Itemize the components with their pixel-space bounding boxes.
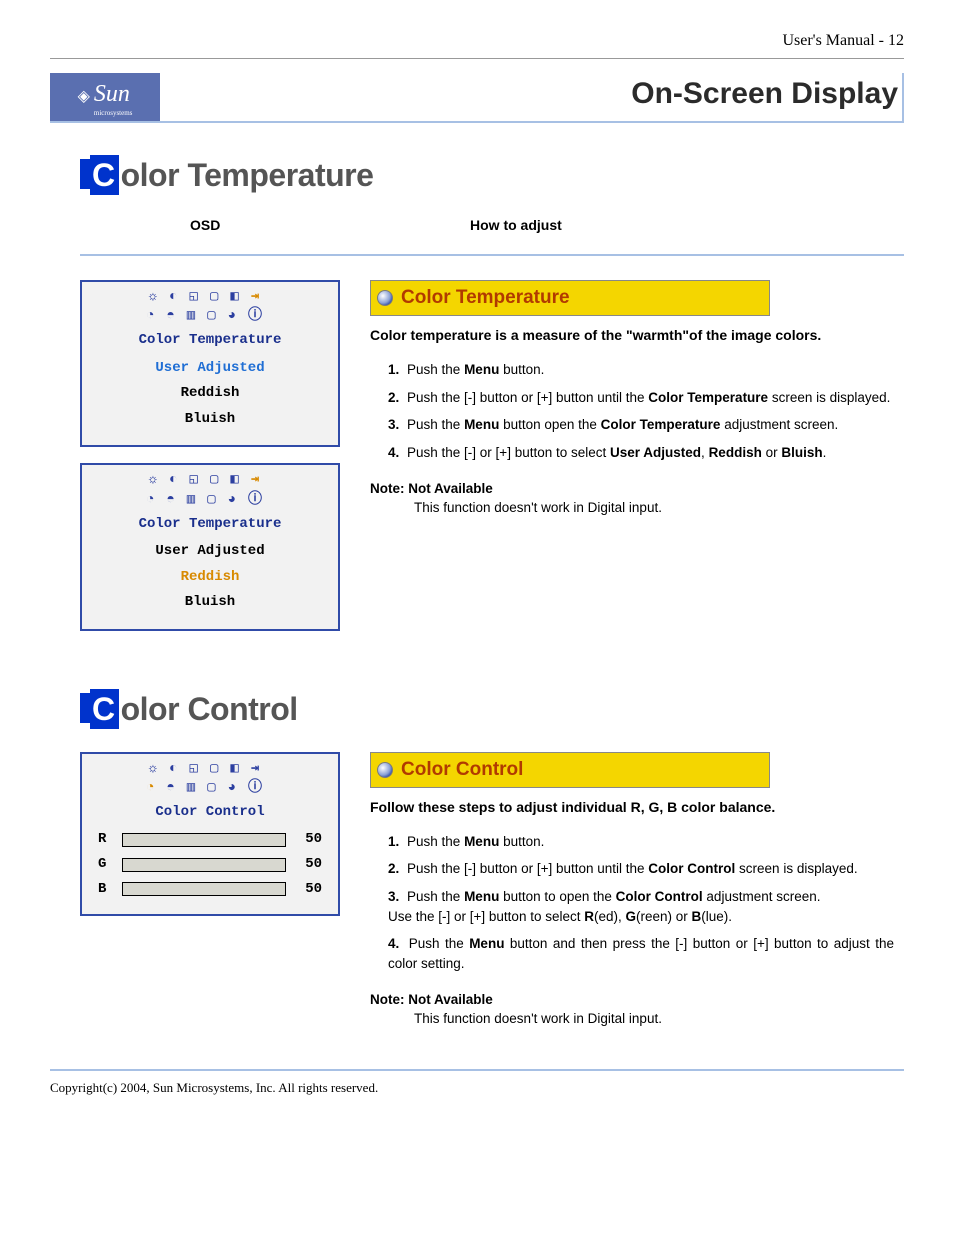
rgb-value: 50: [294, 880, 322, 900]
osd-option: Reddish: [88, 384, 332, 404]
col-osd: OSD: [190, 216, 470, 236]
page-title: On-Screen Display: [160, 73, 904, 121]
step-item: 4. Push the [-] or [+] button to select …: [388, 443, 894, 463]
section-heading-color-control: Color Control: [80, 687, 904, 732]
step-item: 4. Push the Menu button and then press t…: [388, 934, 894, 973]
brand-sub: microsystems: [94, 110, 133, 117]
rgb-label: B: [98, 880, 114, 900]
step-item: 3. Push the Menu button to open the Colo…: [388, 887, 894, 926]
osd-title: Color Control: [88, 803, 332, 823]
osd-option: User Adjusted: [88, 359, 332, 379]
rgb-row: G 50: [98, 855, 322, 875]
osd-icon-row: ☼◐◱▢◧⇥◔◓▥▢◕ⓘ: [88, 471, 332, 510]
step-item: 1. Push the Menu button.: [388, 832, 894, 852]
osd-title: Color Temperature: [88, 331, 332, 351]
brand-logo: ◈ Sun microsystems: [50, 73, 160, 121]
steps-list: 1. Push the Menu button. 2. Push the [-] …: [370, 832, 894, 973]
osd-icon-row: ☼◐◱▢◧⇥◔◓▥▢◕ⓘ: [88, 288, 332, 327]
note-heading: Note: Not Available: [370, 480, 894, 499]
rgb-slider: [122, 833, 286, 847]
page-header: ◈ Sun microsystems On-Screen Display: [50, 73, 904, 123]
footer-copyright: Copyright(c) 2004, Sun Microsystems, Inc…: [50, 1069, 904, 1097]
divider: [80, 254, 904, 256]
osd-panel-temperature-1: ☼◐◱▢◧⇥◔◓▥▢◕ⓘ Color Temperature User Adju…: [80, 280, 340, 448]
osd-title: Color Temperature: [88, 515, 332, 535]
step-item: 3. Push the Menu button open the Color T…: [388, 415, 894, 435]
note-block: Note: Not Available This function doesn'…: [370, 991, 894, 1029]
section-heading-color-temperature: Color Temperature: [80, 153, 904, 198]
brand-name: Sun: [94, 81, 130, 107]
osd-panel-temperature-2: ☼◐◱▢◧⇥◔◓▥▢◕ⓘ Color Temperature User Adju…: [80, 463, 340, 631]
note-block: Note: Not Available This function doesn'…: [370, 480, 894, 518]
note-body: This function doesn't work in Digital in…: [370, 499, 894, 518]
osd-option: Reddish: [88, 568, 332, 588]
osd-icon-row: ☼◐◱▢◧⇥◔◓▥▢◕ⓘ: [88, 760, 332, 799]
rgb-slider: [122, 882, 286, 896]
rgb-label: G: [98, 855, 114, 875]
osd-option: Bluish: [88, 593, 332, 613]
step-item: 1. Push the Menu button.: [388, 360, 894, 380]
page-label: User's Manual - 12: [50, 30, 904, 59]
osd-option: Bluish: [88, 410, 332, 430]
column-headings: OSD How to adjust: [190, 216, 904, 236]
rgb-value: 50: [294, 855, 322, 875]
step-item: 2. Push the [-] button or [+] button unt…: [388, 388, 894, 408]
osd-panel-color-control: ☼◐◱▢◧⇥◔◓▥▢◕ⓘ Color Control R 50 G 50 B 50: [80, 752, 340, 917]
sub-heading-color-temperature: Color Temperature: [370, 280, 770, 317]
col-howto: How to adjust: [470, 216, 562, 236]
rgb-label: R: [98, 830, 114, 850]
rgb-slider: [122, 858, 286, 872]
note-heading: Note: Not Available: [370, 991, 894, 1010]
intro-text: Color temperature is a measure of the "w…: [370, 326, 894, 346]
sub-heading-color-control: Color Control: [370, 752, 770, 789]
rgb-row: R 50: [98, 830, 322, 850]
bullet-icon: [377, 762, 393, 778]
osd-option: User Adjusted: [88, 542, 332, 562]
rgb-value: 50: [294, 830, 322, 850]
intro-text: Follow these steps to adjust individual …: [370, 798, 894, 818]
logo-icon: ◈: [78, 86, 90, 108]
rgb-row: B 50: [98, 880, 322, 900]
bullet-icon: [377, 290, 393, 306]
steps-list: 1. Push the Menu button. 2. Push the [-] …: [370, 360, 894, 462]
step-item: 2. Push the [-] button or [+] button unt…: [388, 859, 894, 879]
note-body: This function doesn't work in Digital in…: [370, 1010, 894, 1029]
